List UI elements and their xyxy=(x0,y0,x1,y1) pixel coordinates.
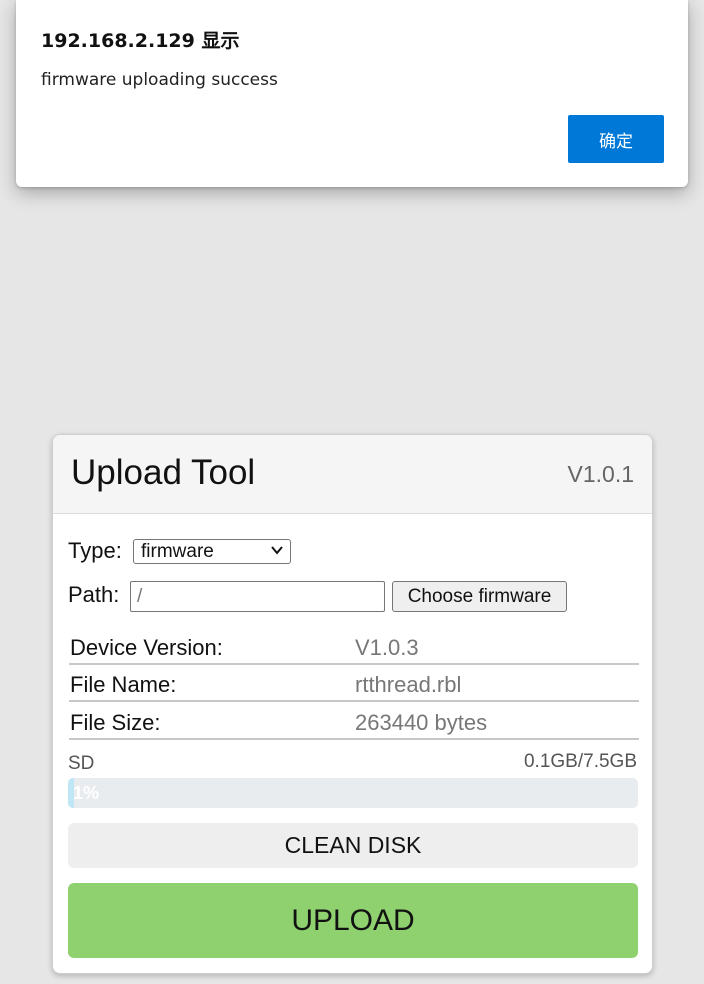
path-input[interactable]: / xyxy=(130,581,385,612)
type-select-value: firmware xyxy=(141,541,214,562)
upload-button[interactable]: UPLOAD xyxy=(68,883,638,958)
alert-ok-button[interactable]: 确定 xyxy=(568,115,664,163)
info-value: V1.0.3 xyxy=(355,635,419,660)
info-value: rtthread.rbl xyxy=(355,672,462,697)
info-key: File Size: xyxy=(70,710,161,735)
sd-progress-bar: 1% xyxy=(68,778,638,808)
card-header: Upload Tool V1.0.1 xyxy=(53,435,652,514)
info-row-device-version: Device Version: V1.0.3 xyxy=(69,629,639,665)
upload-tool-card: Upload Tool V1.0.1 Type: firmware Path: … xyxy=(52,434,653,974)
sd-progress-text: 1% xyxy=(73,783,100,803)
alert-message: firmware uploading success xyxy=(41,70,278,90)
info-row-file-size: File Size: 263440 bytes xyxy=(69,704,639,740)
clean-disk-button[interactable]: CLEAN DISK xyxy=(68,823,638,868)
info-key: Device Version: xyxy=(70,635,223,660)
sd-label: SD xyxy=(68,753,95,774)
info-row-file-name: File Name: rtthread.rbl xyxy=(69,666,639,702)
choose-firmware-button[interactable]: Choose firmware xyxy=(392,581,567,612)
info-value: 263440 bytes xyxy=(355,710,488,735)
type-label: Type: xyxy=(68,538,122,563)
alert-title: 192.168.2.129 显示 xyxy=(41,30,240,52)
sd-usage: 0.1GB/7.5GB xyxy=(523,751,637,772)
chevron-down-icon xyxy=(271,546,283,555)
type-select[interactable]: firmware xyxy=(133,539,291,564)
card-version: V1.0.1 xyxy=(567,461,635,487)
path-label: Path: xyxy=(68,582,120,607)
info-key: File Name: xyxy=(70,672,177,697)
card-title: Upload Tool xyxy=(71,453,256,492)
alert-dialog: 192.168.2.129 显示 firmware uploading succ… xyxy=(16,0,688,187)
